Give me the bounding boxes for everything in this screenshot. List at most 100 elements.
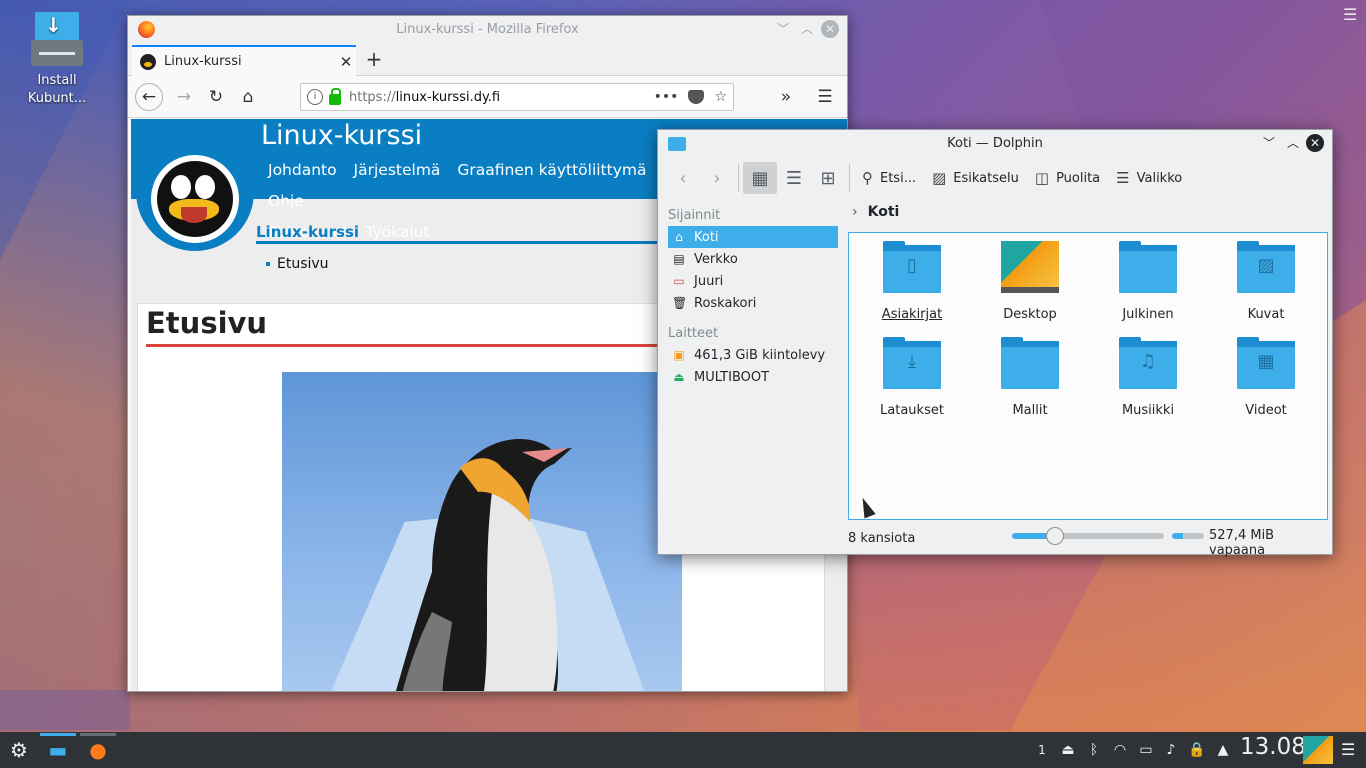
folder-item[interactable]: ▯ Asiakirjat xyxy=(853,241,971,337)
tab-linux-kurssi[interactable]: Linux-kurssi ✕ xyxy=(132,45,356,76)
folder-downloads-icon: ⤓ xyxy=(883,337,941,389)
folder-item[interactable]: Julkinen xyxy=(1089,241,1207,337)
firefox-titlebar[interactable]: Linux-kurssi - Mozilla Firefox ﹀ ︿ ✕ xyxy=(128,16,847,44)
dolphin-titlebar[interactable]: Koti — Dolphin ﹀ ︿ ✕ xyxy=(658,130,1332,158)
tab-close-icon[interactable]: ✕ xyxy=(336,53,356,71)
place-koti[interactable]: ⌂ Koti xyxy=(668,226,838,248)
url-scheme: https:// xyxy=(349,89,396,105)
dolphin-window[interactable]: Koti — Dolphin ﹀ ︿ ✕ ‹ › ▦ ☰ ⊞ ⚲ Etsi... … xyxy=(657,129,1333,558)
clock[interactable]: 13.08 xyxy=(1240,734,1306,760)
breadcrumb[interactable]: › Koti xyxy=(848,204,1332,224)
lock-icon xyxy=(329,87,341,105)
desktop-install-icon[interactable]: ↓ Install Kubunt... xyxy=(22,12,92,108)
wifi-icon[interactable]: ◠ xyxy=(1109,738,1131,762)
desktop-icon-label-2: Kubunt... xyxy=(27,91,87,106)
folder-item[interactable]: ♫ Musiikki xyxy=(1089,337,1207,433)
split-label: Puolita xyxy=(1056,170,1101,186)
folder-item[interactable]: ▨ Kuvat xyxy=(1207,241,1325,337)
dolphin-task-icon[interactable]: ▬ xyxy=(43,736,73,764)
place-juuri[interactable]: ▭ Juuri xyxy=(668,270,838,292)
folder-item[interactable]: Desktop xyxy=(971,241,1089,337)
kde-menu-icon[interactable]: ⚙ xyxy=(4,736,34,764)
usb-drive-icon: ⏏ xyxy=(673,370,685,384)
forward-button[interactable]: → xyxy=(170,83,198,111)
details-view-button[interactable]: ⊞ xyxy=(811,162,845,194)
chevron-right-icon[interactable]: › xyxy=(852,204,858,220)
free-space-bar[interactable] xyxy=(1172,533,1204,539)
minimize-icon[interactable]: ﹀ xyxy=(1260,134,1278,152)
menu-button[interactable]: ☰ Valikko xyxy=(1108,162,1190,194)
nav-link[interactable]: Graafinen käyttöliittymä xyxy=(457,161,646,179)
compact-view-button[interactable]: ☰ xyxy=(777,162,811,194)
search-button[interactable]: ⚲ Etsi... xyxy=(854,162,924,194)
tray-expand-icon[interactable]: ▲ xyxy=(1212,738,1234,762)
sidebar-link-etusivu[interactable]: Etusivu xyxy=(277,256,329,272)
back-button[interactable]: ← xyxy=(135,83,163,111)
folder-item[interactable]: ⤓ Lataukset xyxy=(853,337,971,433)
device-multiboot[interactable]: ⏏ MULTIBOOT xyxy=(668,366,838,388)
site-info-icon[interactable]: i xyxy=(307,89,323,105)
breadcrumb-koti[interactable]: Koti xyxy=(868,204,900,220)
battery-icon[interactable]: ▭ xyxy=(1135,738,1157,762)
place-label: Verkko xyxy=(694,251,738,267)
minimize-icon[interactable]: ﹀ xyxy=(774,20,792,38)
firefox-window-title: Linux-kurssi - Mozilla Firefox xyxy=(396,22,579,37)
free-space-fill xyxy=(1172,533,1184,539)
folder-item[interactable]: Mallit xyxy=(971,337,1089,433)
firefox-task-icon[interactable]: ● xyxy=(83,736,113,764)
folder-name: Kuvat xyxy=(1247,307,1285,322)
lock-icon[interactable]: 🔒 xyxy=(1186,738,1208,762)
nav-link[interactable]: Työkalut xyxy=(365,223,429,241)
toolbar-separator xyxy=(738,164,739,192)
zoom-slider-handle[interactable] xyxy=(1045,527,1064,545)
overflow-chevron-icon[interactable]: » xyxy=(772,83,800,111)
harddisk-icon: ▣ xyxy=(673,348,685,362)
close-icon[interactable]: ✕ xyxy=(821,20,839,38)
folder-desktop-icon xyxy=(1001,241,1059,293)
usb-icon[interactable]: ⏏ xyxy=(1057,738,1079,762)
root-folder-icon: ▭ xyxy=(673,274,685,288)
nav-link[interactable]: Järjestelmä xyxy=(354,161,441,179)
penguin-illustration xyxy=(395,439,572,691)
tab-label: Linux-kurssi xyxy=(164,54,242,69)
maximize-icon[interactable]: ︿ xyxy=(798,20,816,38)
site-title[interactable]: Linux-kurssi xyxy=(261,120,422,151)
back-button[interactable]: ‹ xyxy=(666,162,700,194)
menu-hamburger-icon[interactable]: ☰ xyxy=(811,83,839,111)
file-view[interactable]: ▯ Asiakirjat Desktop Julkinen ▨ Kuvat ⤓ … xyxy=(848,232,1328,520)
desktop-toolbox-icon[interactable]: ☰ xyxy=(1343,5,1357,24)
icons-view-button[interactable]: ▦ xyxy=(743,162,777,194)
url-bar[interactable]: i https://linux-kurssi.dy.fi ••• ☆ xyxy=(300,83,734,111)
place-verkko[interactable]: ▤ Verkko xyxy=(668,248,838,270)
zoom-slider[interactable] xyxy=(1012,527,1164,545)
panel-options-icon[interactable]: ☰ xyxy=(1341,740,1355,759)
new-tab-button[interactable]: + xyxy=(362,48,386,72)
bluetooth-icon[interactable]: ᛒ xyxy=(1083,738,1105,762)
nav-link[interactable]: Ohje xyxy=(268,192,304,210)
forward-button[interactable]: › xyxy=(700,162,734,194)
heading-underline xyxy=(146,344,666,347)
folder-videos-icon: ▦ xyxy=(1237,337,1295,389)
home-button[interactable]: ⌂ xyxy=(234,83,262,111)
place-label: Roskakori xyxy=(694,295,757,311)
maximize-icon[interactable]: ︿ xyxy=(1284,134,1302,152)
place-roskakori[interactable]: 🗑 Roskakori xyxy=(668,292,838,314)
close-icon[interactable]: ✕ xyxy=(1306,134,1324,152)
tux-logo-icon[interactable] xyxy=(151,155,239,243)
nav-link[interactable]: Johdanto xyxy=(268,161,337,179)
pocket-icon[interactable] xyxy=(688,90,705,104)
updates-icon[interactable]: 1 xyxy=(1031,738,1053,762)
show-desktop-icon[interactable] xyxy=(1303,736,1333,764)
toolbar-separator xyxy=(849,164,850,192)
sidebar-heading[interactable]: Linux-kurssi xyxy=(256,223,359,241)
volume-icon[interactable]: ♪ xyxy=(1160,738,1182,762)
device-harddisk[interactable]: ▣ 461,3 GiB kiintolevy xyxy=(668,344,838,366)
preview-button[interactable]: ▨ Esikatselu xyxy=(924,162,1027,194)
folder-name: Videot xyxy=(1245,403,1287,418)
bookmark-star-icon[interactable]: ☆ xyxy=(714,89,727,105)
folder-templates-icon xyxy=(1001,337,1059,389)
split-button[interactable]: ◫ Puolita xyxy=(1027,162,1108,194)
folder-item[interactable]: ▦ Videot xyxy=(1207,337,1325,433)
reload-button[interactable]: ↻ xyxy=(202,83,230,111)
page-actions-icon[interactable]: ••• xyxy=(654,89,679,105)
